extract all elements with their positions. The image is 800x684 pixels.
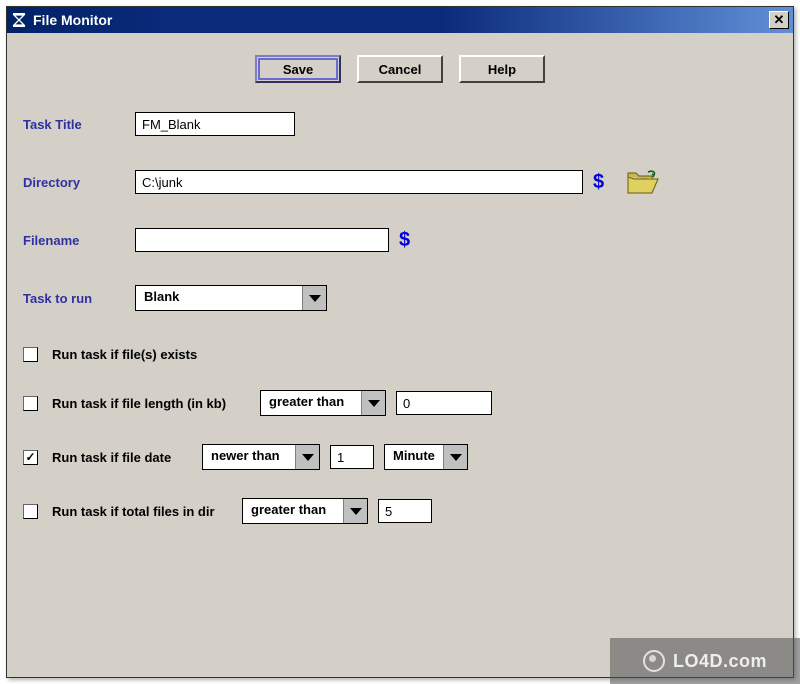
combo-task-to-run[interactable]: Blank xyxy=(135,285,327,311)
input-task-title[interactable] xyxy=(135,112,295,136)
combo-total-op[interactable]: greater than xyxy=(242,498,368,524)
checkbox-date[interactable] xyxy=(23,450,38,465)
checkbox-length[interactable] xyxy=(23,396,38,411)
chevron-down-icon[interactable] xyxy=(343,499,367,523)
label-task-to-run: Task to run xyxy=(23,291,135,306)
file-monitor-window: File Monitor ✕ Save Cancel Help Task Tit… xyxy=(6,6,794,678)
label-check-date: Run task if file date xyxy=(52,450,192,465)
variable-button-directory[interactable]: $ xyxy=(593,171,604,194)
combo-length-op-text: greater than xyxy=(261,391,361,415)
label-directory: Directory xyxy=(23,175,135,190)
variable-button-filename[interactable]: $ xyxy=(399,229,410,252)
row-task-to-run: Task to run Blank xyxy=(23,283,777,313)
label-check-length: Run task if file length (in kb) xyxy=(52,396,250,411)
input-length-value[interactable] xyxy=(396,391,492,415)
chevron-down-icon[interactable] xyxy=(302,286,326,310)
row-check-date: Run task if file date newer than Minute xyxy=(23,444,777,470)
label-check-exists: Run task if file(s) exists xyxy=(52,347,197,362)
checkbox-exists[interactable] xyxy=(23,347,38,362)
dialog-button-row: Save Cancel Help xyxy=(23,55,777,83)
chevron-down-icon[interactable] xyxy=(443,445,467,469)
client-area: Save Cancel Help Task Title Directory $ … xyxy=(7,33,793,568)
input-directory[interactable] xyxy=(135,170,583,194)
hourglass-icon xyxy=(11,12,27,28)
label-task-title: Task Title xyxy=(23,117,135,132)
browse-folder-button[interactable] xyxy=(626,169,660,195)
row-directory: Directory $ xyxy=(23,167,777,197)
input-total-value[interactable] xyxy=(378,499,432,523)
input-filename[interactable] xyxy=(135,228,389,252)
row-task-title: Task Title xyxy=(23,109,777,139)
window-title: File Monitor xyxy=(33,12,769,28)
close-button[interactable]: ✕ xyxy=(769,11,789,29)
chevron-down-icon[interactable] xyxy=(295,445,319,469)
row-filename: Filename $ xyxy=(23,225,777,255)
label-filename: Filename xyxy=(23,233,135,248)
save-button[interactable]: Save xyxy=(255,55,341,83)
cancel-button[interactable]: Cancel xyxy=(357,55,443,83)
watermark: LO4D.com xyxy=(610,638,800,684)
close-icon: ✕ xyxy=(774,12,785,28)
label-check-total: Run task if total files in dir xyxy=(52,504,232,519)
globe-icon xyxy=(643,650,665,672)
chevron-down-icon[interactable] xyxy=(361,391,385,415)
combo-task-to-run-text: Blank xyxy=(136,286,302,310)
combo-date-unit[interactable]: Minute xyxy=(384,444,468,470)
titlebar: File Monitor ✕ xyxy=(7,7,793,33)
watermark-text: LO4D.com xyxy=(673,651,767,672)
combo-date-unit-text: Minute xyxy=(385,445,443,469)
combo-date-op-text: newer than xyxy=(203,445,295,469)
combo-date-op[interactable]: newer than xyxy=(202,444,320,470)
combo-total-op-text: greater than xyxy=(243,499,343,523)
help-button[interactable]: Help xyxy=(459,55,545,83)
combo-length-op[interactable]: greater than xyxy=(260,390,386,416)
row-check-total: Run task if total files in dir greater t… xyxy=(23,498,777,524)
row-check-exists: Run task if file(s) exists xyxy=(23,347,777,362)
checkbox-total[interactable] xyxy=(23,504,38,519)
input-date-value[interactable] xyxy=(330,445,374,469)
row-check-length: Run task if file length (in kb) greater … xyxy=(23,390,777,416)
